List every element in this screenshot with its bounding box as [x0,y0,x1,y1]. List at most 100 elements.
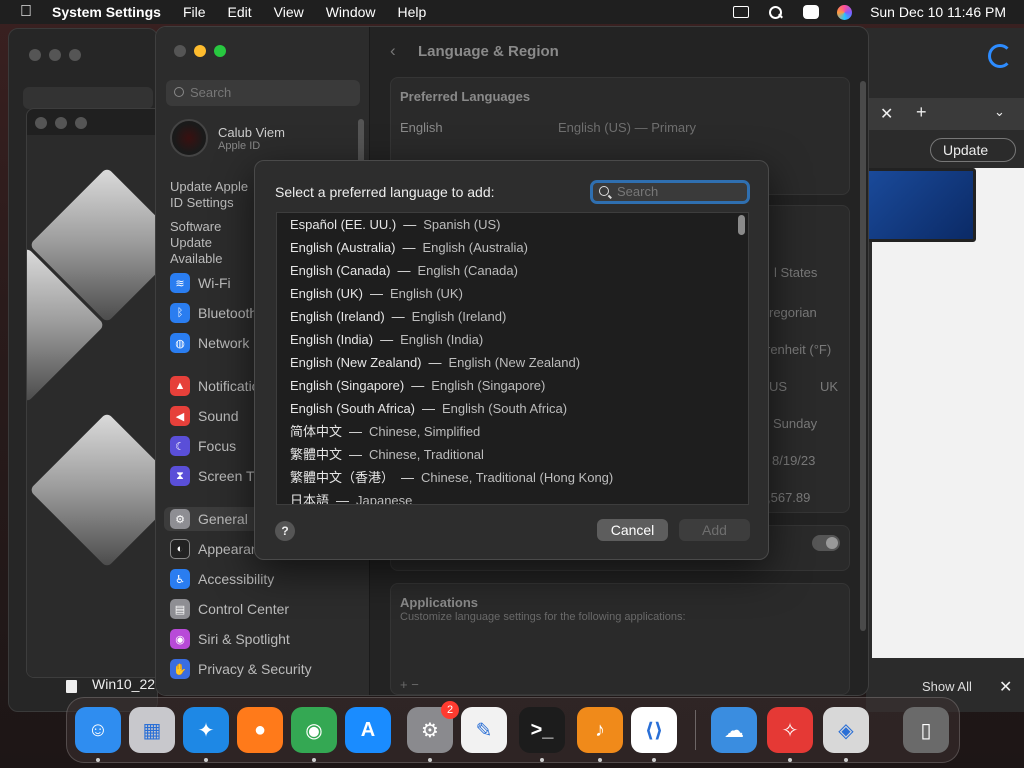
language-list-item[interactable]: English (Ireland) — English (Ireland) [277,305,748,328]
download-file-name[interactable]: Win10_22 [92,676,155,692]
finder-icon[interactable]: ☺ [75,707,121,753]
spotlight-icon[interactable] [767,5,785,19]
zoom-icon[interactable] [75,117,87,129]
software-update-note[interactable]: Software Update Available [170,219,254,267]
language-native-name: English (India) [290,332,374,347]
language-english-name: Chinese, Traditional (Hong Kong) [421,470,614,485]
language-native-name: 日本語 [290,493,330,505]
language-list-item[interactable]: 繁體中文 — Chinese, Traditional [277,443,748,466]
app-store-icon[interactable]: A [345,707,391,753]
show-all-button[interactable]: Show All [922,679,972,694]
running-indicator [540,758,544,762]
add-remove-buttons[interactable]: + − [400,677,419,692]
menu-file[interactable]: File [183,4,206,20]
minimize-icon[interactable] [55,117,67,129]
chevron-down-icon[interactable]: ⌄ [994,104,1005,120]
loading-spinner-icon [988,44,1012,68]
parallels-icon[interactable] [733,6,750,18]
system-settings-icon[interactable]: ⚙ 2 [407,701,459,753]
background-browser[interactable]: ✕ + ⌄ [866,28,1024,712]
date-format-value[interactable]: 8/19/23 [772,453,815,468]
language-list-item[interactable]: English (Australia) — English (Australia) [277,236,748,259]
language-native-name: English (South Africa) [290,401,416,416]
logo-diamond-icon [29,412,165,568]
apple-id-account[interactable]: Calub Viem Apple ID [170,119,285,157]
measurement-us[interactable]: US [769,379,787,394]
chrome-icon[interactable]: ◉ [291,707,337,753]
cancel-button[interactable]: Cancel [597,519,668,541]
minimize-icon[interactable] [194,45,206,57]
language-separator: — [401,470,415,485]
apple-menu-icon[interactable]:  [0,3,52,21]
language-list-item[interactable]: 简体中文 — Chinese, Simplified [277,420,748,443]
safari-icon[interactable]: ✦ [183,707,229,753]
weather-icon[interactable]: ☁ [711,707,757,753]
language-list-item[interactable]: Español (EE. UU.) — Spanish (US) [277,213,748,236]
language-list-item[interactable]: English (South Africa) — English (South Af… [277,397,748,420]
siri-icon[interactable] [837,4,853,20]
vm-window[interactable] [26,108,166,678]
live-text-toggle[interactable] [812,535,840,551]
vscode-icon[interactable]: ⟨⟩ [631,707,677,753]
menu-help[interactable]: Help [398,4,427,20]
control-center-icon[interactable] [803,5,820,19]
temperature-value[interactable]: renheit (°F) [766,342,831,357]
window-controls[interactable] [29,49,81,61]
sidebar-item-accessibility[interactable]: ♿ Accessibility [170,567,366,591]
language-list-item[interactable]: 繁體中文（香港） — Chinese, Traditional (Hong Kong… [277,466,748,489]
list-scrollbar[interactable] [738,215,745,235]
terminal-icon[interactable]: >_ [519,707,565,753]
sidebar-item-siri[interactable]: ◉ Siri & Spotlight [170,627,366,651]
menu-edit[interactable]: Edit [228,4,252,20]
garageband-icon[interactable]: ♪ [577,707,623,753]
language-list[interactable]: Español (EE. UU.) — Spanish (US) English (A… [276,212,749,505]
compass-icon[interactable]: ✧ [767,707,813,753]
language-list-item[interactable]: English (New Zealand) — English (New Zeala… [277,351,748,374]
measurement-uk[interactable]: UK [820,379,838,394]
sidebar-item-privacy[interactable]: ✋ Privacy & Security [170,657,366,681]
main-scrollbar[interactable] [860,81,866,631]
disk-utility-icon[interactable]: ◈ [823,707,869,753]
menu-view[interactable]: View [274,4,304,20]
number-format-value[interactable]: ,567.89 [767,490,810,505]
menu-app-name[interactable]: System Settings [52,4,161,20]
menu-window[interactable]: Window [326,4,376,20]
language-separator: — [411,378,425,393]
minimize-icon[interactable] [49,49,61,61]
vm-window-controls[interactable] [35,117,87,129]
region-value[interactable]: l States [774,265,817,280]
sidebar-search-input[interactable]: Search [166,80,360,106]
menubar-clock[interactable]: Sun Dec 10 11:46 PM [870,4,1006,20]
dialog-title: Select a preferred language to add: [275,184,495,200]
back-chevron-icon[interactable]: ‹ [390,41,396,61]
language-list-item[interactable]: English (Canada) — English (Canada) [277,259,748,282]
language-list-item[interactable]: English (UK) — English (UK) [277,282,748,305]
close-tab-icon[interactable]: ✕ [880,104,893,124]
launchpad-icon[interactable]: ▦ [129,707,175,753]
language-list-item[interactable]: English (India) — English (India) [277,328,748,351]
language-search-input[interactable]: Search [590,180,750,204]
add-button[interactable]: Add [679,519,750,541]
dock-divider [695,710,696,750]
window-controls[interactable] [174,45,226,57]
close-icon[interactable] [174,45,186,57]
search-field-bg[interactable] [23,87,153,109]
first-day-value[interactable]: Sunday [773,416,817,431]
zoom-icon[interactable] [69,49,81,61]
sidebar-item-control-center[interactable]: ▤ Control Center [170,597,366,621]
zoom-icon[interactable] [214,45,226,57]
calendar-value[interactable]: regorian [769,305,817,320]
trash-icon[interactable]: ▯ [903,707,949,753]
update-apple-id-note[interactable]: Update Apple ID Settings [170,179,254,211]
language-list-item[interactable]: English (Singapore) — English (Singapore) [277,374,748,397]
close-icon[interactable] [29,49,41,61]
browser-update-button[interactable]: Update [930,138,1016,162]
close-icon[interactable]: ✕ [999,677,1012,697]
preferred-language-name[interactable]: English [400,120,443,135]
textedit-icon[interactable]: ✎ [461,707,507,753]
close-icon[interactable] [35,117,47,129]
new-tab-icon[interactable]: + [916,102,927,123]
help-button[interactable]: ? [275,521,295,541]
language-list-item[interactable]: 日本語 — Japanese [277,489,748,505]
firefox-icon[interactable]: ● [237,707,283,753]
